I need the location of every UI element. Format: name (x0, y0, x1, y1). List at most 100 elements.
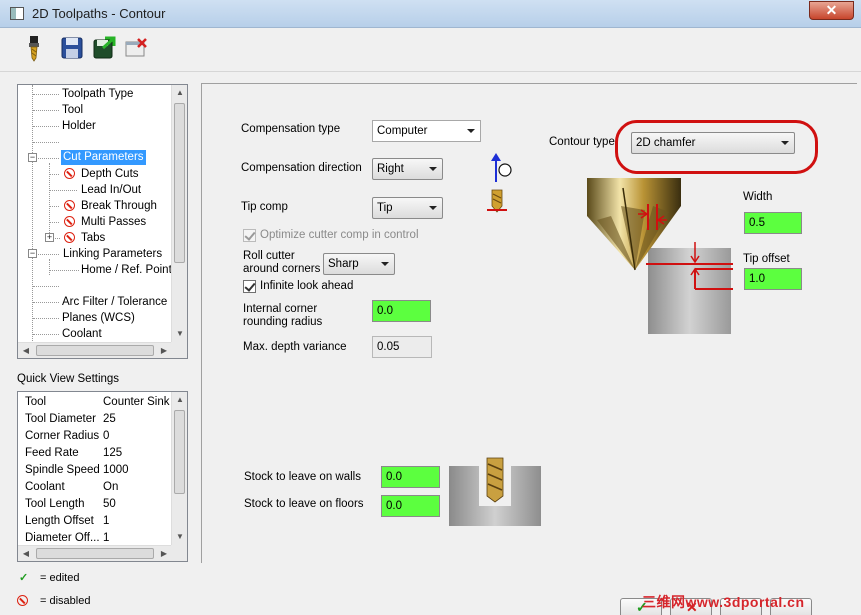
compensation-type-value: Computer (377, 125, 428, 137)
quick-view-key: Length Offset (25, 515, 94, 527)
quick-view-settings[interactable]: Tool Counter Sink - Tool Diameter 25 Cor… (17, 391, 188, 562)
scroll-thumb[interactable] (36, 548, 154, 559)
collapse-icon[interactable]: − (28, 249, 37, 258)
infinite-look-ahead-checkbox[interactable] (243, 280, 256, 293)
scroll-right-icon[interactable]: ▶ (156, 546, 172, 561)
disabled-icon (64, 168, 75, 179)
tip-comp-diagram (486, 188, 508, 218)
max-depth-variance-input[interactable]: 0.05 (372, 336, 432, 358)
tree-item-planes[interactable]: Planes (WCS) (33, 310, 183, 326)
cancel-icon[interactable] (124, 34, 150, 62)
tree-item-tool[interactable]: Tool (33, 102, 183, 118)
tree-item-label: Lead In/Out (81, 184, 142, 196)
optimize-comp-checkbox[interactable] (243, 229, 256, 242)
tree-item-toolpath-type[interactable]: Toolpath Type (33, 86, 183, 102)
stock-floors-label: Stock to leave on floors (244, 498, 364, 510)
save-export-icon[interactable] (91, 34, 117, 62)
tree-item-label: Tool (62, 104, 84, 116)
stock-walls-input[interactable]: 0.0 (381, 466, 440, 488)
width-input[interactable]: 0.5 (744, 212, 802, 234)
contour-type-label: Contour type (549, 136, 615, 148)
scroll-down-icon[interactable]: ▼ (172, 326, 187, 342)
quick-view-key: Feed Rate (25, 447, 79, 459)
tip-comp-value: Tip (377, 202, 393, 214)
toolbar (0, 28, 861, 72)
scroll-thumb[interactable] (36, 345, 154, 356)
tool-icon[interactable] (21, 34, 47, 62)
annotation-highlight (615, 120, 818, 174)
stock-to-leave-diagram (449, 456, 541, 526)
tree-item-tabs[interactable]: + Tabs (45, 230, 185, 246)
scroll-thumb[interactable] (174, 103, 185, 263)
internal-corner-label: Internal corner (243, 303, 318, 315)
scroll-left-icon[interactable]: ◀ (18, 343, 34, 358)
compensation-type-label: Compensation type (241, 123, 341, 135)
scroll-up-icon[interactable]: ▲ (172, 392, 187, 408)
tip-offset-input[interactable]: 1.0 (744, 268, 802, 290)
quick-view-row: Feed Rate 125 (18, 445, 187, 462)
quick-view-key: Tool Diameter (25, 413, 96, 425)
disabled-icon (17, 595, 28, 606)
compensation-direction-select[interactable]: Right (372, 158, 443, 180)
tree-item-linking-parameters[interactable]: − Linking Parameters (27, 246, 187, 262)
roll-cutter-label: Roll cutter (243, 250, 295, 262)
quick-view-vertical-scrollbar[interactable]: ▲ ▼ (171, 392, 187, 545)
tip-comp-select[interactable]: Tip (372, 197, 443, 219)
chevron-down-icon (381, 262, 389, 266)
tree-item-label: Coolant (62, 328, 102, 340)
legend-disabled-label: = disabled (40, 595, 91, 607)
disabled-icon (64, 216, 75, 227)
toolpath-tree[interactable]: Toolpath Type Tool Holder − Cut Paramete… (17, 84, 188, 359)
quick-view-value: 1000 (103, 464, 129, 476)
tree-item-coolant[interactable]: Coolant (33, 326, 183, 342)
tree-item-label: Toolpath Type (62, 88, 134, 100)
dialog-window: 2D Toolpaths - Contour ✕ Toolpath Type T… (0, 0, 861, 615)
quick-view-key: Coolant (25, 481, 65, 493)
scroll-down-icon[interactable]: ▼ (172, 529, 187, 545)
tree-item-break-through[interactable]: Break Through (49, 198, 187, 214)
quick-view-value: Counter Sink - (103, 396, 177, 408)
tip-comp-label: Tip comp (241, 201, 288, 213)
compensation-type-select[interactable]: Computer (372, 120, 481, 142)
scroll-thumb[interactable] (174, 410, 185, 494)
left-pane: Toolpath Type Tool Holder − Cut Paramete… (0, 73, 200, 615)
internal-corner-radius-input[interactable]: 0.0 (372, 300, 431, 322)
quick-view-key: Corner Radius (25, 430, 100, 442)
tree-item-cut-parameters[interactable]: − Cut Parameters (27, 150, 187, 166)
compensation-direction-label: Compensation direction (241, 162, 362, 174)
tree-item-blank (33, 134, 183, 150)
quick-view-row: Tool Length 50 (18, 496, 187, 513)
close-button[interactable]: ✕ (809, 1, 854, 20)
quick-view-horizontal-scrollbar[interactable]: ◀ ▶ (18, 545, 172, 561)
tree-item-home-ref-points[interactable]: Home / Ref. Points (49, 262, 187, 278)
quick-view-value: 0 (103, 430, 110, 442)
tree-vertical-scrollbar[interactable]: ▲ ▼ (171, 85, 187, 342)
quick-view-key: Tool Length (25, 498, 85, 510)
tree-item-holder[interactable]: Holder (33, 118, 183, 134)
quick-view-value: 125 (103, 447, 123, 459)
tree-item-lead-in-out[interactable]: Lead In/Out (49, 182, 187, 198)
window-icon (10, 7, 24, 20)
tree-item-label: Planes (WCS) (62, 312, 135, 324)
tree-item-multi-passes[interactable]: Multi Passes (49, 214, 187, 230)
chevron-down-icon (429, 206, 437, 210)
tree-item-arc-filter[interactable]: Arc Filter / Tolerance (33, 294, 183, 310)
scroll-up-icon[interactable]: ▲ (172, 85, 187, 101)
tree-horizontal-scrollbar[interactable]: ◀ ▶ (18, 342, 172, 358)
disabled-icon (64, 232, 75, 243)
tree-item-label: Break Through (81, 200, 157, 212)
stock-floors-input[interactable]: 0.0 (381, 495, 440, 517)
quick-view-value: 50 (103, 498, 116, 510)
expand-icon[interactable]: + (45, 233, 54, 242)
collapse-icon[interactable]: − (28, 153, 37, 162)
scroll-right-icon[interactable]: ▶ (156, 343, 172, 358)
chamfer-tool-diagram (583, 176, 733, 336)
quick-view-row: Spindle Speed 1000 (18, 462, 187, 479)
roll-cutter-select[interactable]: Sharp (323, 253, 395, 275)
tree-item-depth-cuts[interactable]: Depth Cuts (49, 166, 187, 182)
save-icon[interactable] (59, 34, 85, 62)
quick-view-key: Tool (25, 396, 47, 408)
scroll-left-icon[interactable]: ◀ (18, 546, 34, 561)
quick-view-value: 25 (103, 413, 116, 425)
roll-cutter-label-line2: around corners (243, 263, 321, 275)
